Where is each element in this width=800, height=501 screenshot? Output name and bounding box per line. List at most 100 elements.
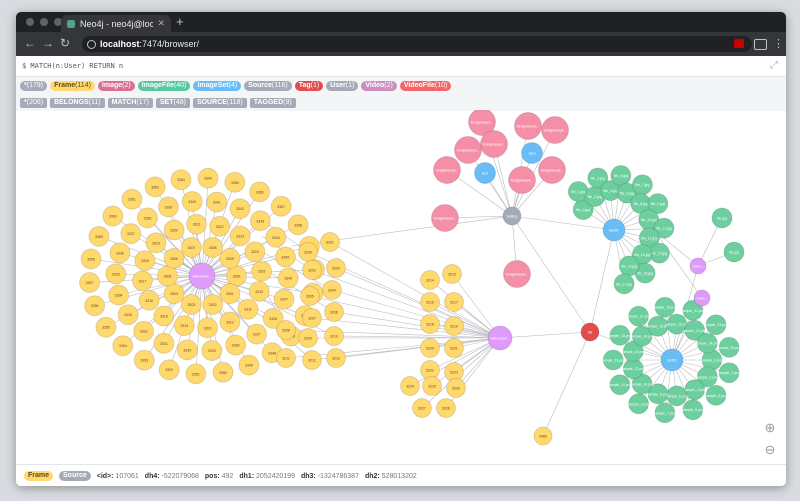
frame-node[interactable]: 3362 [144,176,166,198]
frame-node[interactable]: 3303 [180,294,202,316]
rel-pill-tagged[interactable]: TAGGED(9) [249,97,296,108]
frame-node[interactable]: 3329 [201,340,223,362]
imagefile-node[interactable]: sample_5.png [682,399,704,421]
frame-node[interactable]: 3308 [202,236,224,258]
frame-node[interactable]: 3347 [273,288,295,310]
imagefile-node[interactable]: file_17.jpg [613,273,635,295]
label-pill-all[interactable]: *(179) [20,80,48,91]
frame-node[interactable]: 3364 [197,167,219,189]
rel-pill-all[interactable]: *(206) [20,97,48,108]
frame-node[interactable]: 3202 [302,260,322,280]
status-label-pill[interactable]: Source [59,471,91,481]
frame-node[interactable]: 3214 [420,270,440,290]
frame-node[interactable]: 3318 [134,250,156,272]
frame-node[interactable]: 3330 [176,339,198,361]
close-tab-icon[interactable]: ✕ [157,18,165,29]
image-node[interactable]: foreignkeeyk... [514,112,542,140]
forward-icon[interactable]: → [42,36,54,50]
label-pill-user[interactable]: User(1) [326,80,359,91]
frame-node[interactable]: 3321 [185,213,207,235]
imagefile-node[interactable]: file_7.jpg [631,174,653,196]
frame-node[interactable]: 3319 [145,232,167,254]
imagefile-node[interactable]: file.jpg [723,241,745,263]
frame-node[interactable]: 3344 [265,226,287,248]
frame-node[interactable]: 3356 [84,295,106,317]
imagefile-node[interactable]: sample_25.png [717,336,741,358]
rel-pill-belongs[interactable]: BELONGS(11) [50,97,105,108]
frame-node[interactable]: 3361 [121,188,143,210]
frame-node[interactable]: 3341 [206,191,228,213]
frame-node[interactable]: 3355 [95,316,117,338]
frame-node[interactable]: 3228 [436,398,456,418]
relationship-edge[interactable] [589,229,615,333]
frame-node[interactable]: 3314 [173,315,195,337]
frame-node[interactable]: 3327 [246,323,268,345]
frame-node[interactable]: 3220 [420,338,440,358]
imagefile-node[interactable]: sample_6.png [666,385,688,407]
frame-node[interactable]: 3333 [117,304,139,326]
frame-node[interactable]: 3213 [326,348,346,368]
label-pill-frame[interactable]: Frame(114) [50,80,95,91]
close-window-button[interactable] [26,18,34,26]
frame-node[interactable]: 3332 [133,320,155,342]
frame-node[interactable]: 3334 [108,284,130,306]
imageset-node[interactable]: test02 [660,348,684,372]
frame-node[interactable]: 3300 [226,265,247,287]
frame-node[interactable]: 3200 [298,242,318,262]
frame-node[interactable]: 3216 [420,292,440,312]
imagefile-node[interactable]: sample_9.png [628,393,650,415]
frame-node[interactable]: 3310 [248,280,270,302]
frame-node[interactable]: 3311 [237,298,259,320]
imageset-node[interactable]: card [521,142,543,164]
imagefile-node[interactable]: sample_3.png [705,384,727,406]
zoom-in-icon[interactable]: ⊕ [762,420,778,436]
frame-node[interactable]: 3331 [153,332,175,354]
address-bar[interactable]: localhost:7474/browser/ ★ [82,36,752,52]
frame-node[interactable]: 3302 [202,294,224,316]
relationship-edge[interactable] [331,289,501,339]
frame-node[interactable]: 3307 [180,236,202,258]
frame-node[interactable]: 3360 [102,205,124,227]
relationship-edge[interactable] [335,267,501,339]
frame-node[interactable]: 3359 [88,225,110,247]
frame-node[interactable]: 3340 [181,190,203,212]
tag-node[interactable]: fail [580,322,600,342]
frame-node[interactable]: 3225 [422,376,442,396]
imagefile-node[interactable]: sample_17.png [627,305,651,327]
back-icon[interactable]: ← [24,36,36,50]
frame-node[interactable]: 3212 [302,350,322,370]
frame-node[interactable]: 3324 [244,241,266,263]
user-node[interactable]: testing [502,206,522,226]
frame-node[interactable]: 3219 [444,316,464,336]
label-pill-imageset[interactable]: ImageSet(4) [193,80,242,91]
frame-node[interactable]: 3322 [209,215,231,237]
reload-icon[interactable]: ↻ [60,36,70,50]
frame-node[interactable]: 3336 [109,242,131,264]
frame-node[interactable]: 3204 [322,280,342,300]
video-node[interactable]: video... [693,289,711,307]
frame-node[interactable]: 3350 [212,361,234,383]
label-pill-source[interactable]: Source(116) [244,80,292,91]
video-node-mid[interactable]: videoeye4... [487,325,513,351]
label-pill-imagefile[interactable]: ImageFile(40) [137,80,191,91]
frame-node[interactable]: 3354 [112,335,134,357]
frame-node[interactable]: 3315 [153,305,175,327]
image-node[interactable]: foreignkeeyk... [508,166,536,194]
label-pill-videofile[interactable]: VideoFile(10) [399,80,452,91]
video-node-left[interactable]: videoeye4... [188,262,216,290]
frame-node[interactable]: 3205 [300,286,320,306]
frame-node[interactable]: 3218 [420,314,440,334]
frame-node[interactable]: 3337 [120,223,142,245]
graph-visualization[interactable]: 3300 3301 3302 3303 3304 3305 3306 3307 3308 3309… [16,110,786,462]
frame-node[interactable]: 3358 [80,248,102,270]
relationship-edge[interactable] [542,331,591,437]
frame-node[interactable]: 3309 [219,247,241,269]
frame-node[interactable]: 3312 [219,311,241,333]
frame-node[interactable]: 3226 [446,378,466,398]
imagefile-node[interactable]: sample_1.png [718,362,740,384]
frame-node[interactable]: 3489 [533,426,553,446]
browser-menu-icon[interactable]: ⋮ [773,37,784,50]
label-pill-video[interactable]: Video(2) [361,80,397,91]
minimize-window-button[interactable] [40,18,48,26]
query-editor[interactable]: $ MATCH(n:User) RETURN n ⤢ [16,56,786,77]
